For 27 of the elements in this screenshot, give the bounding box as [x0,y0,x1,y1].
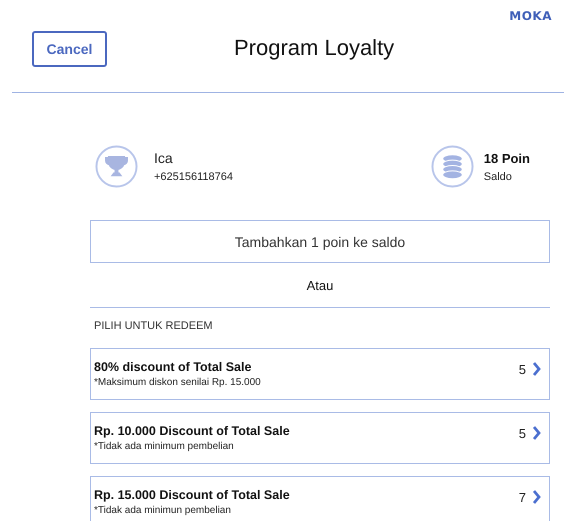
reward-note: *Maksimum diskon senilai Rp. 15.000 [94,377,261,388]
chevron-right-icon [532,362,541,376]
coin-stack-icon [430,145,474,188]
reward-title: Rp. 15.000 Discount of Total Sale [94,488,290,502]
balance-label: Saldo [484,170,513,182]
points-balance: 18 Poin [484,150,530,166]
reward-card[interactable]: Rp. 15.000 Discount of Total Sale *Tidak ada minimun pembelian 7 [90,476,550,521]
reward-title: Rp. 10.000 Discount of Total Sale [94,424,290,438]
page-title: Program Loyalty [234,35,394,61]
cancel-button[interactable]: Cancel [32,31,107,67]
brand-logo: MOKA [509,9,552,23]
reward-cost: 5 [518,362,526,376]
add-point-button[interactable]: Tambahkan 1 poin ke saldo [90,220,550,263]
chevron-right-icon [532,490,541,504]
section-heading: PILIH UNTUK REDEEM [93,319,214,334]
trophy-icon [95,145,138,188]
reward-title: 80% discount of Total Sale [94,360,252,374]
reward-cost: 5 [518,426,526,440]
reward-note: *Tidak ada minimun pembelian [94,505,232,516]
reward-cost: 7 [518,490,526,504]
or-separator: Atau [306,278,334,293]
customer-phone: +625156118764 [154,171,234,183]
reward-card[interactable]: Rp. 10.000 Discount of Total Sale *Tidak ada minimum pembelian 5 [90,412,550,464]
reward-card[interactable]: 80% discount of Total Sale *Maksimum diskon senilai Rp. 15.000 5 [90,348,550,400]
chevron-right-icon [532,426,541,440]
reward-note: *Tidak ada minimum pembelian [94,441,235,452]
customer-name: Ica [154,150,174,166]
